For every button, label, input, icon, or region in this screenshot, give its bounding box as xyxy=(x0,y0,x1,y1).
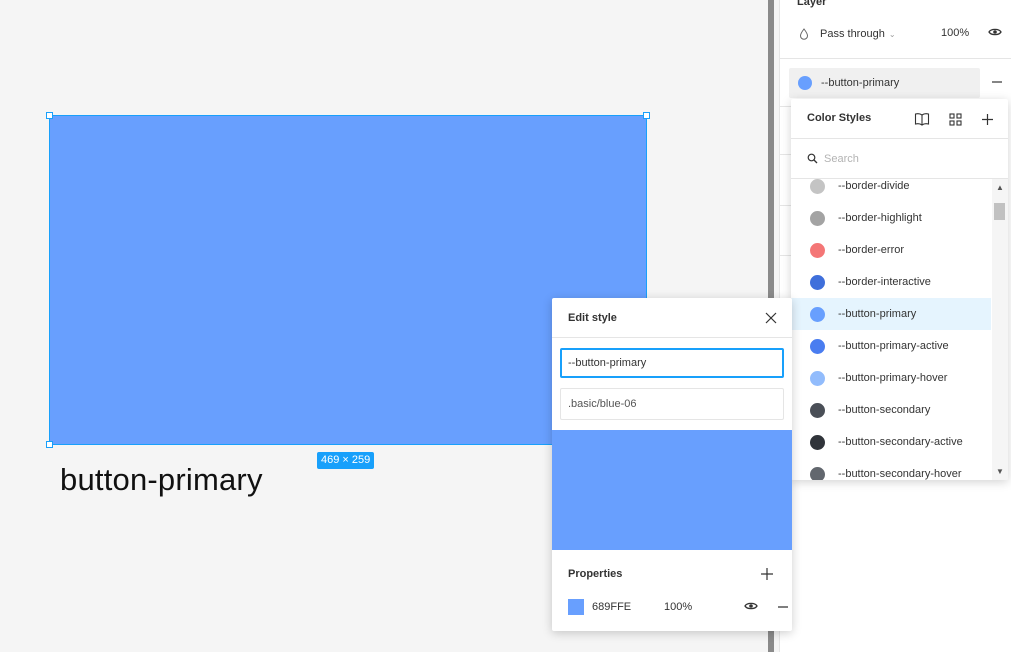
fill-style-row[interactable]: --button-primary xyxy=(789,68,980,98)
color-style-swatch xyxy=(810,306,825,322)
edit-style-header: Edit style xyxy=(552,298,792,338)
color-style-swatch xyxy=(810,242,825,258)
property-hex-value[interactable]: 689FFE xyxy=(592,601,631,613)
eye-icon[interactable] xyxy=(988,27,1002,40)
fill-property-row: 689FFE 100% xyxy=(568,599,788,615)
color-style-item[interactable]: --button-secondary-active xyxy=(791,426,991,458)
edit-style-popover: Edit style Properties 689FFE 100% xyxy=(552,298,792,631)
color-style-name: --button-secondary-hover xyxy=(838,468,962,480)
color-styles-title: Color Styles xyxy=(807,112,872,124)
color-style-name: --border-highlight xyxy=(838,212,922,224)
color-styles-header: Color Styles xyxy=(791,99,1008,139)
color-style-item[interactable]: --border-error xyxy=(791,234,991,266)
color-style-item[interactable]: --button-secondary xyxy=(791,394,991,426)
resize-handle-top-left[interactable] xyxy=(46,112,53,119)
fill-style-name: --button-primary xyxy=(821,77,900,89)
chevron-down-icon: ⌄ xyxy=(888,29,896,39)
color-style-item[interactable]: --button-primary-active xyxy=(791,330,991,362)
plus-icon[interactable] xyxy=(979,111,995,127)
color-style-swatch xyxy=(810,210,825,226)
color-style-name: --button-secondary-active xyxy=(838,436,963,448)
style-name-input[interactable] xyxy=(560,348,784,378)
color-preview xyxy=(552,430,792,550)
color-style-swatch xyxy=(810,338,825,354)
list-scrollbar[interactable]: ▲ ▼ xyxy=(992,179,1008,480)
minus-icon[interactable] xyxy=(776,600,790,614)
color-style-swatch xyxy=(810,466,825,480)
color-style-item[interactable]: --button-primary xyxy=(791,298,991,330)
color-style-swatch xyxy=(810,434,825,450)
color-style-name: --border-error xyxy=(838,244,905,256)
color-style-item[interactable]: --button-secondary-hover xyxy=(791,458,991,480)
dimensions-badge: 469 × 259 xyxy=(317,452,375,469)
color-styles-list: --border-divide --border-highlight --borde… xyxy=(791,179,991,480)
color-style-name: --button-primary xyxy=(838,308,917,320)
scroll-down-arrow-icon[interactable]: ▼ xyxy=(996,467,1004,476)
search-input[interactable] xyxy=(824,149,994,169)
section-divider xyxy=(780,58,1011,59)
layer-section-title: Layer xyxy=(797,0,827,8)
blend-mode-label: Pass through xyxy=(820,28,885,40)
color-style-name: --button-secondary xyxy=(838,404,931,416)
scroll-up-arrow-icon[interactable]: ▲ xyxy=(996,183,1004,192)
color-style-name: --border-interactive xyxy=(838,276,931,288)
color-style-name: --button-primary-active xyxy=(838,340,949,352)
blend-drop-icon xyxy=(797,28,811,40)
close-icon[interactable] xyxy=(764,311,778,325)
color-style-item[interactable]: --border-highlight xyxy=(791,202,991,234)
color-style-swatch xyxy=(810,179,825,194)
edit-style-title: Edit style xyxy=(568,312,617,324)
properties-title: Properties xyxy=(568,568,623,580)
color-styles-search xyxy=(791,139,1008,179)
frame-label: button-primary xyxy=(60,462,263,497)
fill-color-swatch[interactable] xyxy=(798,76,812,90)
minus-icon[interactable] xyxy=(990,75,1004,89)
search-icon xyxy=(807,153,818,167)
scroll-thumb[interactable] xyxy=(994,203,1005,220)
color-style-swatch xyxy=(810,402,825,418)
color-style-swatch xyxy=(810,370,825,386)
library-book-icon[interactable] xyxy=(914,111,930,127)
color-styles-popover: Color Styles --border-divide --border-hig… xyxy=(791,99,1008,480)
color-style-name: --button-primary-hover xyxy=(838,372,948,384)
property-color-swatch[interactable] xyxy=(568,599,584,615)
property-opacity-value[interactable]: 100% xyxy=(664,601,692,613)
resize-handle-top-right[interactable] xyxy=(643,112,650,119)
color-style-item[interactable]: --border-divide xyxy=(791,179,991,202)
color-style-name: --border-divide xyxy=(838,180,910,192)
resize-handle-bottom-left[interactable] xyxy=(46,441,53,448)
style-description-input[interactable] xyxy=(560,388,784,420)
layer-opacity-value[interactable]: 100% xyxy=(941,27,969,39)
plus-icon[interactable] xyxy=(760,567,774,581)
color-style-swatch xyxy=(810,274,825,290)
eye-icon[interactable] xyxy=(744,601,758,614)
color-style-item[interactable]: --button-primary-hover xyxy=(791,362,991,394)
color-style-item[interactable]: --border-interactive xyxy=(791,266,991,298)
blend-mode-dropdown[interactable]: Pass through ⌄ xyxy=(797,24,1007,44)
grid-view-icon[interactable] xyxy=(947,111,963,127)
